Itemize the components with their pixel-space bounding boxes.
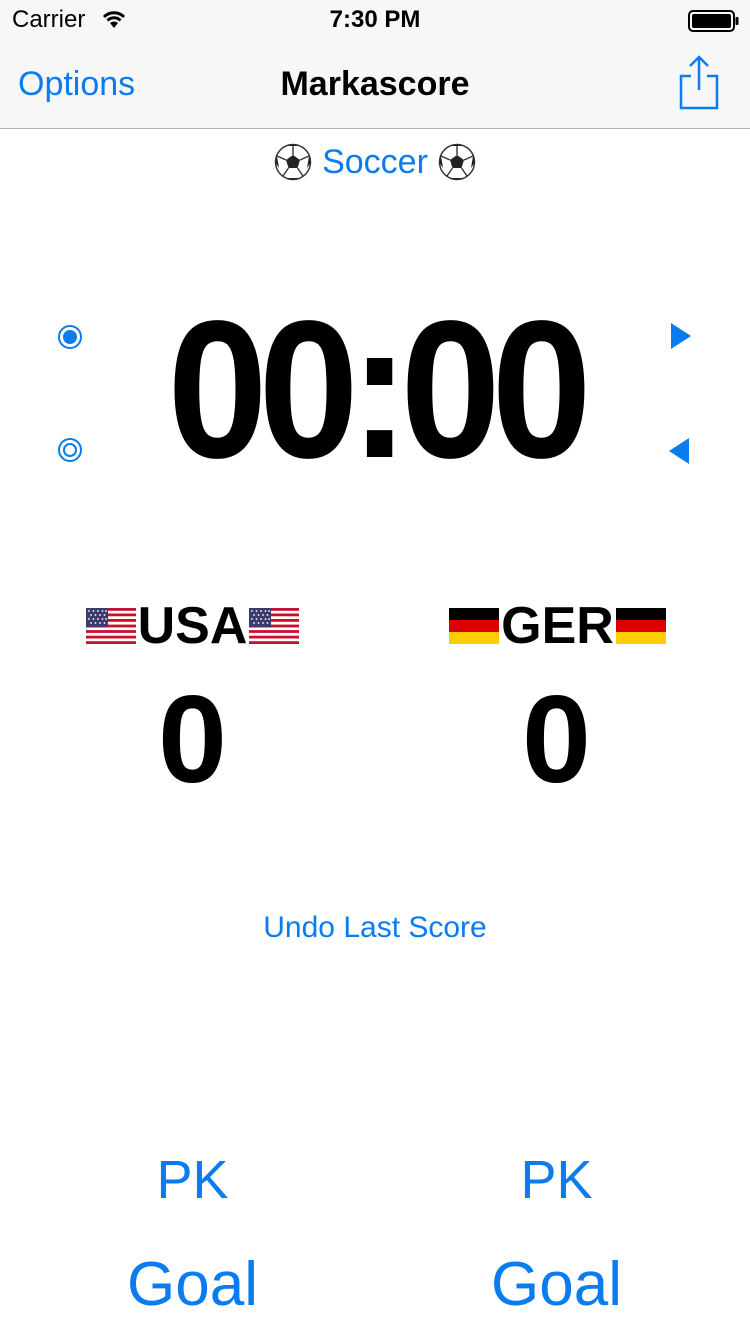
germany-flag-icon	[615, 608, 666, 644]
score-home: 0	[158, 671, 227, 809]
sport-selector[interactable]: Soccer	[0, 138, 750, 186]
team-away: GER	[370, 596, 745, 656]
share-icon[interactable]	[676, 54, 722, 110]
game-timer[interactable]: 00:00	[30, 292, 720, 488]
us-flag-icon	[85, 608, 136, 644]
play-icon[interactable]	[669, 321, 693, 351]
sport-label: Soccer	[322, 142, 428, 181]
page-title: Markascore	[280, 65, 470, 103]
navigation-bar: Options Markascore	[0, 40, 750, 129]
pk-button-away[interactable]: PK	[369, 1150, 744, 1210]
team-name-away[interactable]: GER	[501, 596, 614, 656]
reverse-icon[interactable]	[667, 436, 691, 466]
germany-flag-icon	[449, 608, 500, 644]
team-home: USA	[5, 596, 380, 656]
team-name-home[interactable]: USA	[138, 596, 248, 656]
undo-last-score-button[interactable]: Undo Last Score	[0, 908, 750, 948]
battery-icon	[688, 10, 739, 32]
goal-button-away[interactable]: Goal	[369, 1250, 744, 1320]
goal-button-home[interactable]: Goal	[5, 1250, 380, 1320]
soccer-ball-icon	[274, 143, 312, 181]
status-time: 7:30 PM	[329, 6, 421, 33]
pk-button-home[interactable]: PK	[5, 1150, 380, 1210]
status-bar: Carrier 7:30 PM	[0, 0, 750, 40]
us-flag-icon	[249, 608, 300, 644]
soccer-ball-icon	[438, 143, 476, 181]
score-away: 0	[522, 671, 591, 809]
